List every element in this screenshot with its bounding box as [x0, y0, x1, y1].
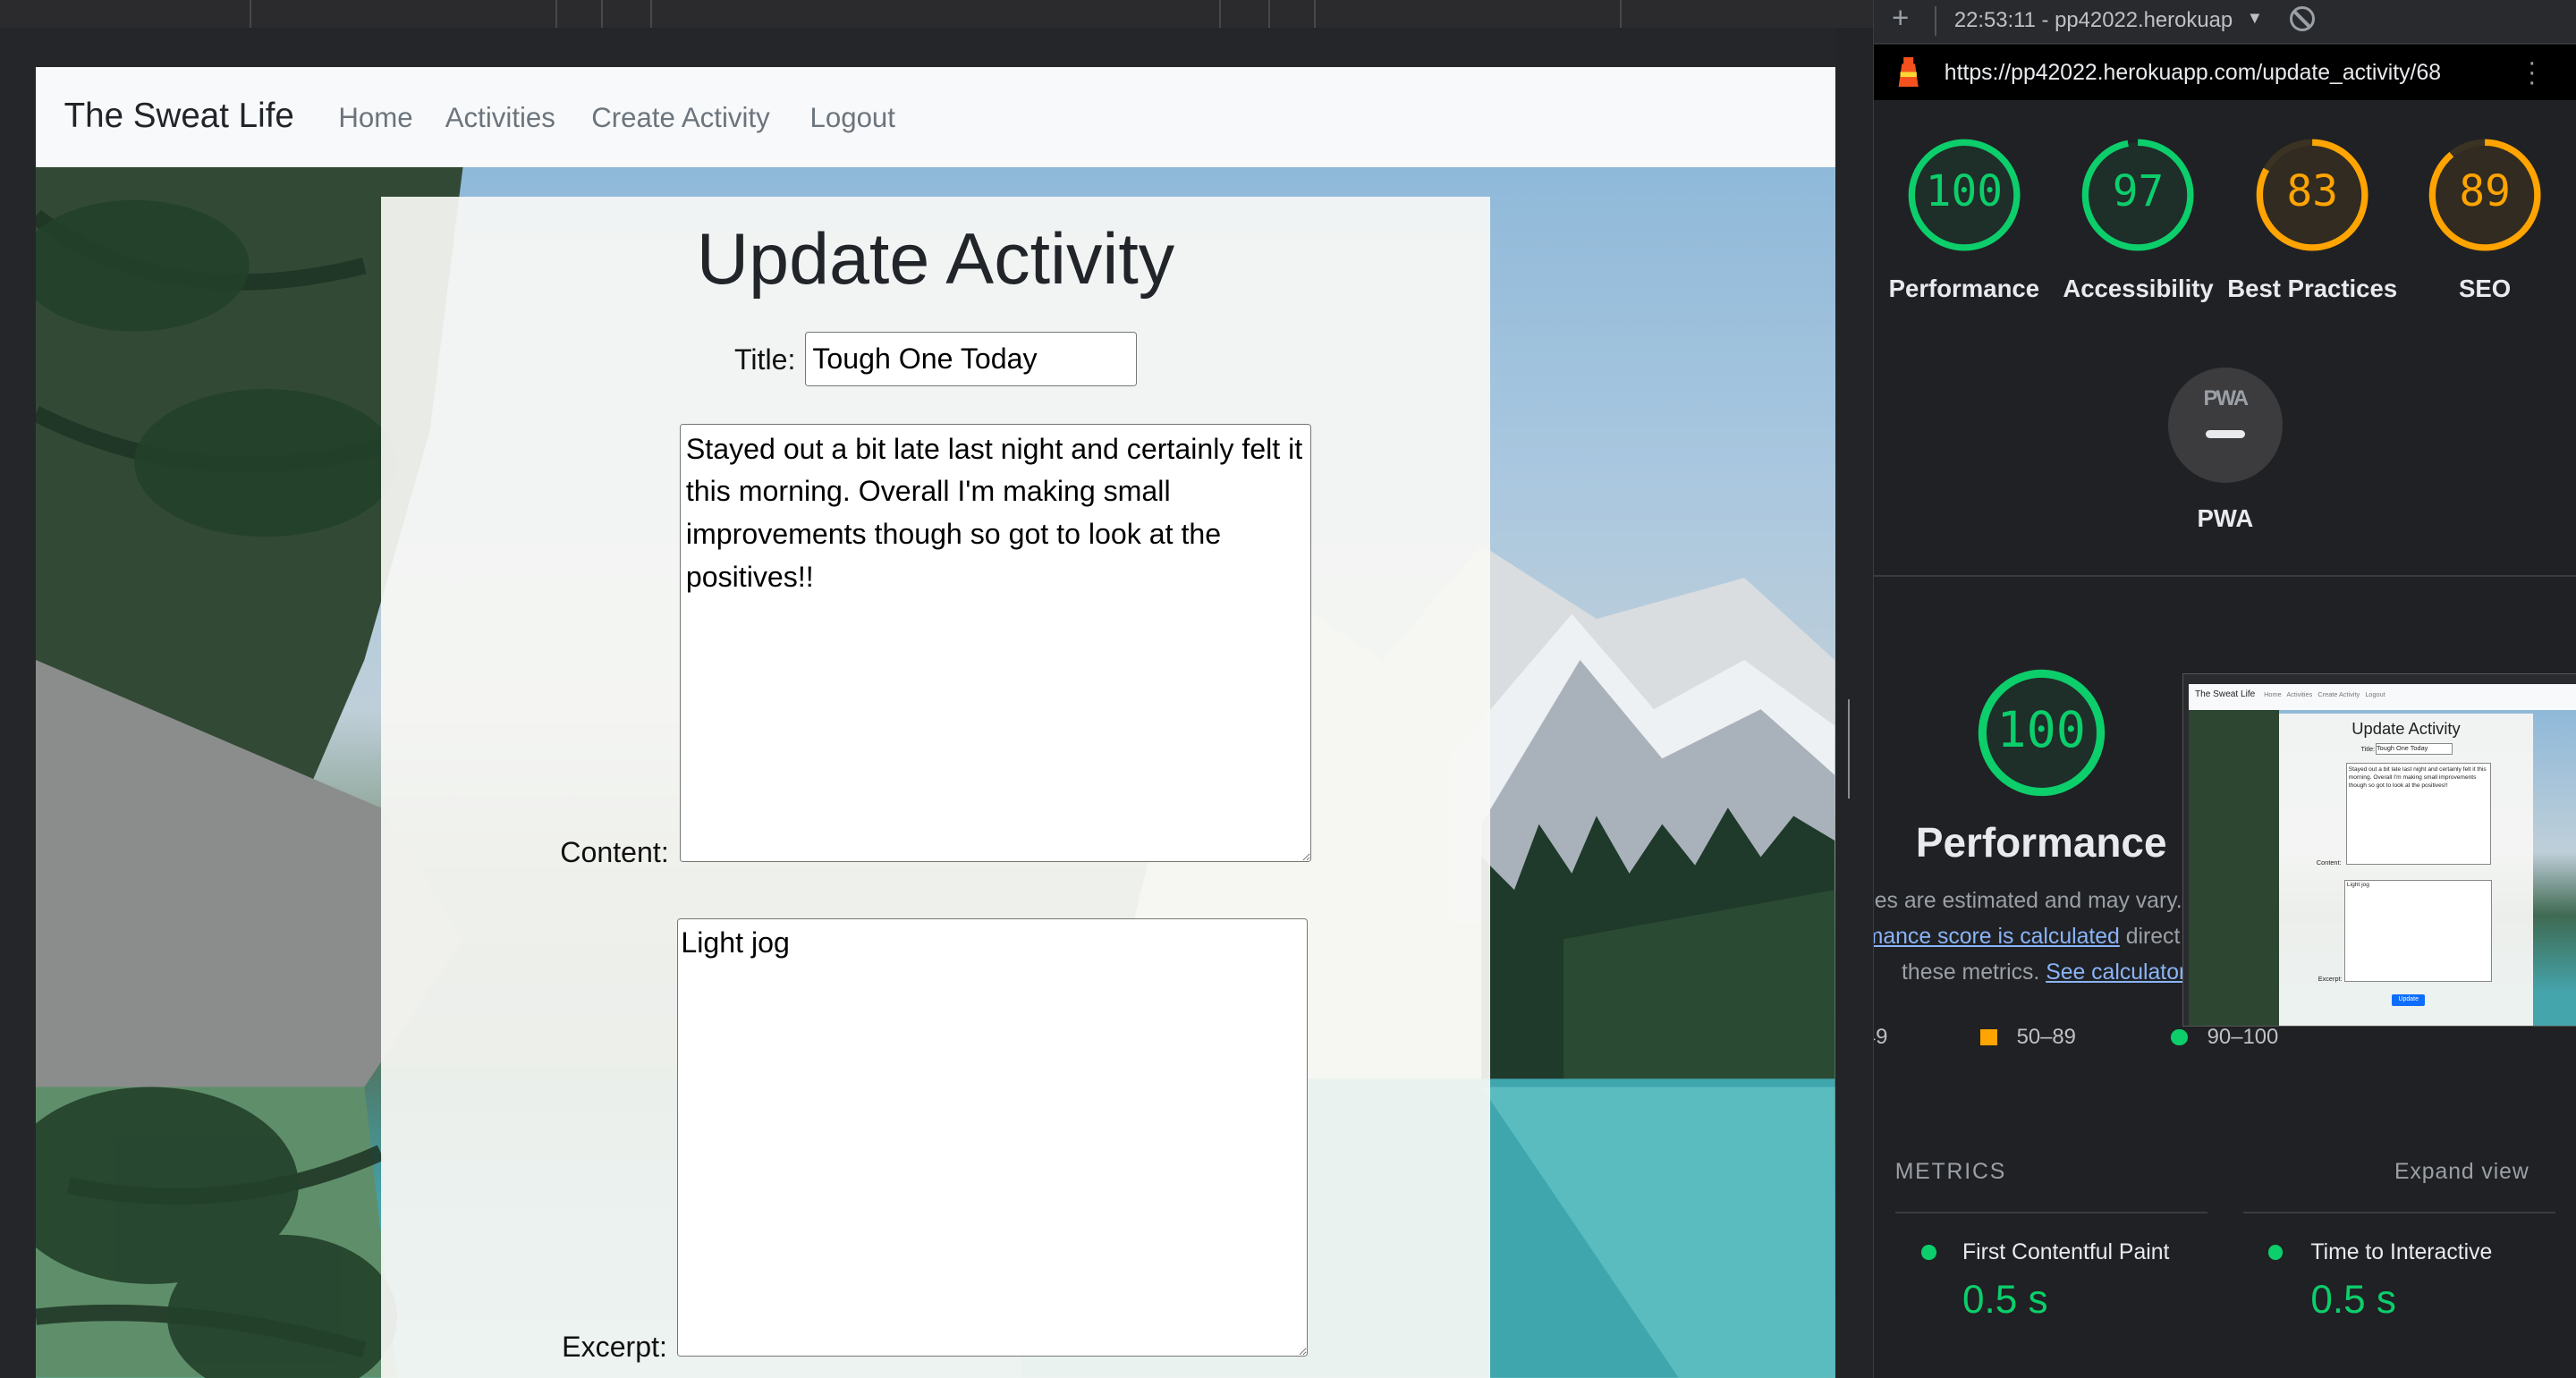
toolbar-separator — [1934, 6, 1936, 37]
thumb-update-button: Update — [2392, 994, 2426, 1007]
final-screenshot-thumbnail[interactable]: The Sweat Life Home Activities Create Ac… — [2182, 673, 2576, 1027]
gauge-seo[interactable]: 89 SEO — [2398, 136, 2572, 307]
dash-icon — [2205, 430, 2245, 439]
green-circle-icon — [1921, 1245, 1936, 1260]
report-url-bar: https://pp42022.herokuapp.com/update_act… — [1873, 44, 2576, 101]
more-vert-icon[interactable]: · · · — [2528, 49, 2537, 95]
gauge-best-practices[interactable]: 83 Best Practices — [2225, 136, 2400, 307]
report-url[interactable]: https://pp42022.herokuapp.com/update_act… — [1945, 61, 2441, 86]
green-circle-icon — [2267, 1245, 2284, 1260]
nav-link-activities[interactable]: Activities — [445, 102, 555, 134]
score-value: 100 — [1925, 167, 2003, 217]
excerpt-textarea[interactable]: Light jog — [676, 917, 1308, 1357]
page-title: Update Activity — [696, 219, 1175, 300]
section-divider — [1873, 574, 2576, 577]
orange-square-icon — [1980, 1028, 1997, 1045]
expand-view-toggle[interactable]: Expand view — [2394, 1160, 2529, 1185]
legend-pass: 90–100 — [2171, 1025, 2278, 1050]
thumb-panel: Update Activity Title: Tough One Today S… — [2278, 714, 2534, 1027]
legend-range: 90–100 — [2207, 1025, 2279, 1050]
viewport-gutter — [0, 28, 37, 1378]
toolbar-divider — [250, 0, 251, 29]
green-circle-icon — [2171, 1028, 2188, 1045]
score-value: 89 — [2459, 167, 2511, 217]
thumb-trees — [2188, 710, 2279, 1027]
title-label: Title: — [733, 342, 796, 376]
content-label: Content: — [560, 835, 669, 868]
thumb-excerpt-text: Light jog — [2344, 879, 2493, 982]
score-label: Accessibility — [2063, 275, 2214, 303]
performance-note: lues are estimated and may vary. — [1872, 888, 2182, 913]
site-brand[interactable]: The Sweat Life — [64, 97, 294, 136]
metrics-title: METRICS — [1894, 1159, 2007, 1184]
site-navbar: The Sweat Life Home Activities Create Ac… — [36, 67, 1835, 168]
pwa-badge-text: PWA — [2203, 385, 2249, 410]
thumb-brand: The Sweat Life — [2194, 689, 2256, 699]
gauge-accessibility[interactable]: 97 Accessibility — [2051, 136, 2225, 307]
clear-reports-icon[interactable] — [2289, 6, 2315, 32]
content-textarea[interactable]: Stayed out a bit late last night and cer… — [680, 423, 1311, 863]
thumb-content-label: Content: — [2316, 858, 2342, 867]
metric-value-tti: 0.5 s — [2310, 1277, 2396, 1322]
toolbar-divider — [1218, 0, 1221, 29]
browser-toolbar-strip — [0, 0, 1873, 30]
toolbar-divider — [1619, 0, 1622, 29]
lighthouse-toolbar: + 22:53:11 - pp42022.herokuap ▼ — [1873, 0, 2576, 44]
performance-note: rmance score is calculated direct — [1874, 925, 2181, 950]
gauge-performance[interactable]: 100 Performance — [1877, 136, 2052, 307]
nav-link-create-activity[interactable]: Create Activity — [591, 102, 770, 134]
score-label: Best Practices — [2227, 275, 2398, 303]
note-text: direct — [2119, 925, 2181, 950]
metric-name-tti: Time to Interactive — [2310, 1239, 2493, 1264]
toolbar-divider — [601, 0, 604, 29]
thumb-nav: Home Activities Create Activity Logout — [2264, 690, 2385, 699]
title-input[interactable] — [804, 332, 1137, 386]
toolbar-divider — [1267, 0, 1270, 29]
caret-down-icon[interactable]: ▼ — [2247, 8, 2263, 28]
legend-average: 50–89 — [1980, 1025, 2076, 1050]
lighthouse-panel: + 22:53:11 - pp42022.herokuap ▼ https://… — [1872, 0, 2576, 1378]
page-viewport: The Sweat Life Home Activities Create Ac… — [36, 67, 1835, 1378]
metric-value-fcp: 0.5 s — [1962, 1277, 2048, 1322]
lighthouse-icon — [1898, 57, 1919, 88]
note-text: these metrics. — [1902, 960, 2046, 985]
legend-range: 50–89 — [2016, 1025, 2076, 1050]
toolbar-divider — [555, 0, 557, 29]
legend-range: 49 — [1874, 1025, 1888, 1050]
excerpt-label: Excerpt: — [562, 1330, 667, 1363]
metric-name-fcp: First Contentful Paint — [1962, 1239, 2170, 1264]
gauge-pwa[interactable]: PWA PWA — [2135, 368, 2316, 532]
pwa-badge-icon: PWA — [2167, 368, 2284, 483]
thumb-title-label: Title: — [2360, 745, 2376, 754]
report-selector[interactable]: 22:53:11 - pp42022.herokuap — [1954, 8, 2233, 33]
nav-link-home[interactable]: Home — [338, 102, 412, 134]
thumb-navbar: The Sweat Life Home Activities Create Ac… — [2188, 684, 2576, 711]
score-label: SEO — [2458, 275, 2512, 303]
score-value: 83 — [2286, 167, 2338, 217]
panel-resize-handle[interactable] — [1848, 699, 1856, 799]
score-calculation-link[interactable]: rmance score is calculated — [1874, 925, 2120, 949]
score-label: Performance — [1888, 275, 2040, 303]
metric-divider — [1894, 1212, 2207, 1214]
see-calculator-link[interactable]: See calculator. — [2046, 960, 2191, 985]
thumb-title-value: Tough One Today — [2376, 743, 2453, 756]
performance-score: 100 — [1996, 701, 2086, 759]
performance-heading: Performance — [1915, 818, 2167, 866]
thumb-content-text: Stayed out a bit late last night and cer… — [2345, 763, 2491, 866]
score-label: PWA — [2197, 503, 2254, 532]
thumb-excerpt-label: Excerpt: — [2318, 975, 2343, 984]
metric-divider — [2243, 1212, 2556, 1214]
score-value: 97 — [2112, 167, 2165, 217]
legend-fail: 49 — [1874, 1025, 1888, 1050]
toolbar-divider — [1314, 0, 1317, 29]
viewport-gutter — [36, 28, 1873, 68]
performance-note: these metrics. See calculator. — [1902, 960, 2191, 985]
update-activity-form: Update Activity Title: Content: Stayed o… — [381, 197, 1490, 1378]
thumb-heading: Update Activity — [2351, 718, 2461, 738]
nav-link-logout[interactable]: Logout — [809, 102, 895, 134]
toolbar-divider — [650, 0, 653, 29]
plus-icon[interactable]: + — [1892, 2, 1909, 36]
